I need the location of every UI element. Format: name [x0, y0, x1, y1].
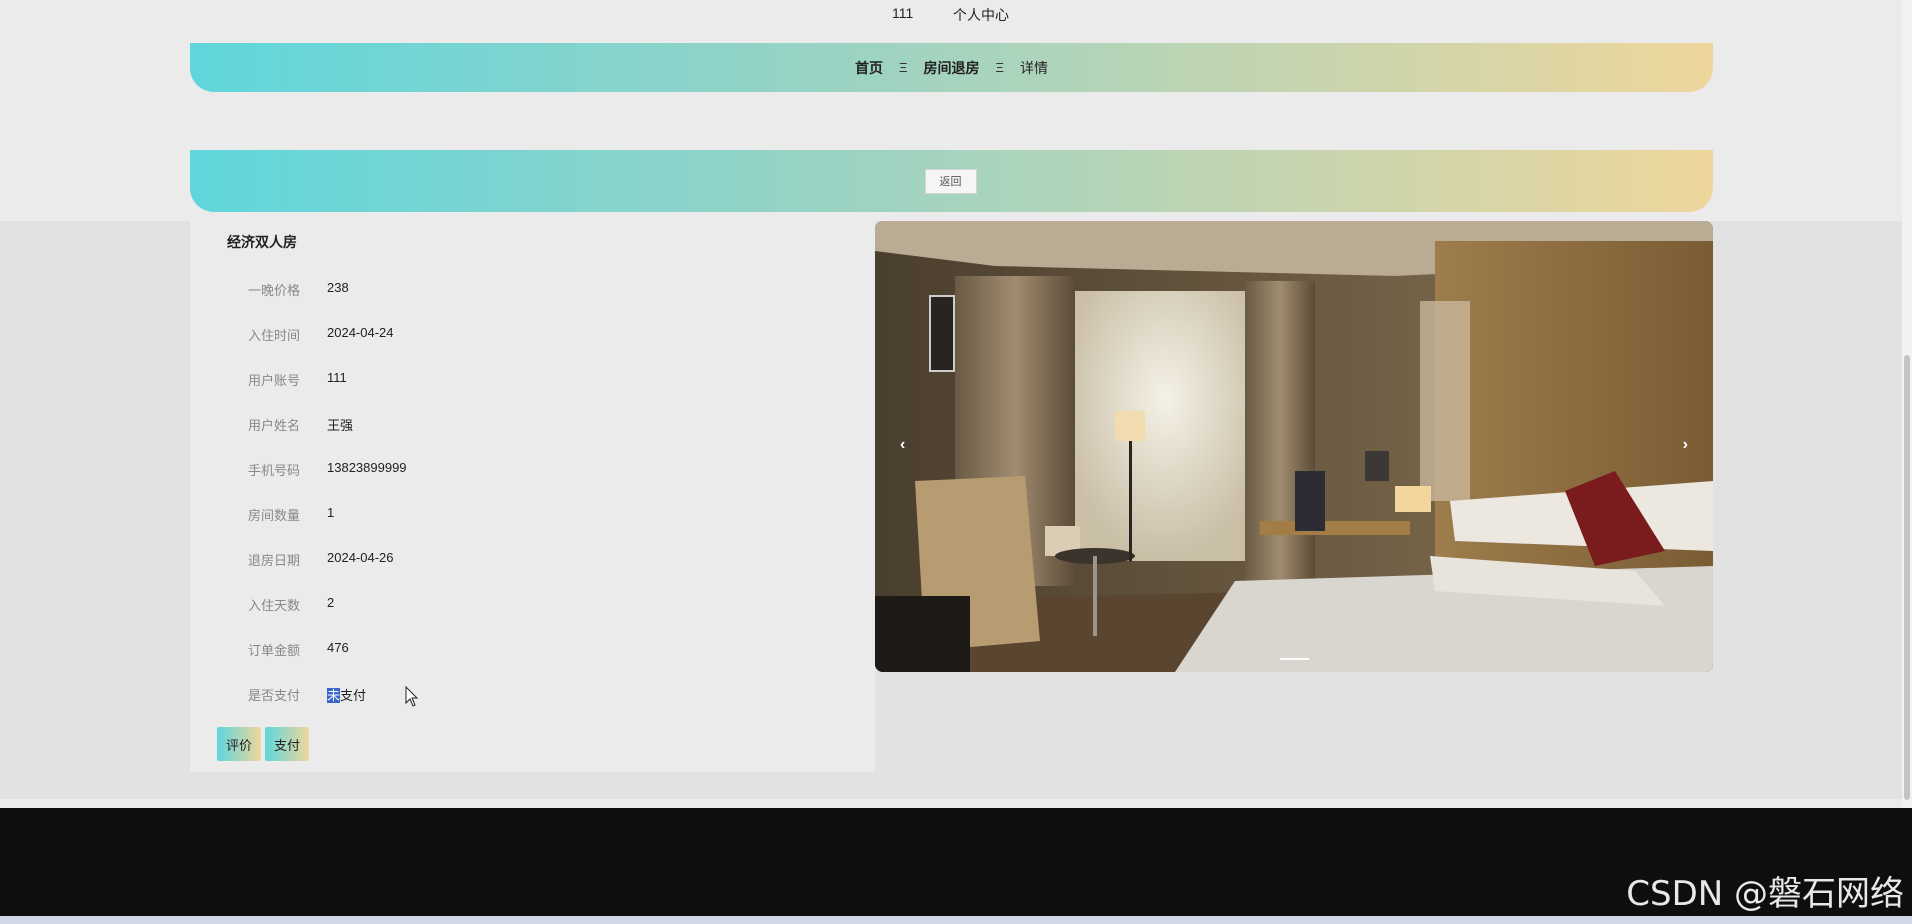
- field-label: 手机号码: [247, 463, 300, 478]
- field-checkin-date: 入住时间 2024-04-24: [190, 325, 875, 345]
- selected-text: 未: [327, 688, 341, 703]
- field-value: 未支付: [327, 685, 366, 704]
- field-value: 2024-04-24: [327, 325, 394, 340]
- field-value: 13823899999: [327, 460, 407, 475]
- scrollbar-thumb[interactable]: [1904, 355, 1910, 800]
- field-label: 入住时间: [247, 328, 300, 343]
- breadcrumb: 首页 Ξ 房间退房 Ξ 详情: [190, 43, 1713, 92]
- mouse-cursor-icon: [405, 686, 419, 707]
- field-order-amount: 订单金额 476: [190, 640, 875, 660]
- carousel-indicator[interactable]: [1280, 658, 1309, 660]
- breadcrumb-separator-icon: Ξ: [995, 60, 1004, 75]
- footer: [0, 808, 1912, 916]
- field-label: 用户姓名: [247, 418, 300, 433]
- room-image-carousel[interactable]: ‹ ›: [875, 221, 1713, 672]
- action-buttons: 评价 支付: [217, 727, 309, 761]
- field-value: 2: [327, 595, 335, 610]
- carousel-next-icon[interactable]: ›: [1683, 436, 1688, 454]
- field-price: 一晚价格 238: [190, 280, 875, 300]
- breadcrumb-separator-icon: Ξ: [899, 60, 908, 75]
- scrollbar[interactable]: [1902, 0, 1912, 808]
- field-value: 王强: [327, 418, 354, 433]
- taskbar: [0, 916, 1912, 924]
- field-value: 1: [327, 505, 335, 520]
- breadcrumb-detail: 详情: [1019, 59, 1048, 76]
- field-phone: 手机号码 13823899999: [190, 460, 875, 480]
- breadcrumb-checkout[interactable]: 房间退房: [924, 58, 980, 78]
- hotel-room-image: [875, 221, 1713, 672]
- field-value: 2024-04-26: [327, 550, 394, 565]
- action-bar: 返回: [190, 150, 1713, 212]
- breadcrumb-home[interactable]: 首页: [855, 58, 883, 78]
- field-label: 订单金额: [247, 643, 300, 658]
- field-label: 一晚价格: [247, 283, 300, 298]
- pay-button[interactable]: 支付: [265, 727, 309, 761]
- username-link[interactable]: 111: [892, 5, 913, 21]
- review-button[interactable]: 评价: [217, 727, 261, 761]
- field-label: 房间数量: [247, 508, 300, 523]
- field-label: 入住天数: [247, 598, 300, 613]
- field-account: 用户账号 111: [190, 370, 875, 390]
- field-label: 退房日期: [247, 553, 300, 568]
- personal-center-link[interactable]: 个人中心: [953, 5, 1009, 25]
- field-value: 111: [327, 370, 347, 385]
- field-label: 是否支付: [247, 688, 300, 703]
- back-button[interactable]: 返回: [924, 168, 977, 194]
- room-detail-panel: 经济双人房 一晚价格 238 入住时间 2024-04-24 用户账号 111 …: [190, 221, 875, 772]
- field-stay-days: 入住天数 2: [190, 595, 875, 615]
- field-value-rest: 支付: [340, 688, 367, 703]
- watermark: CSDN @磐石网络: [1626, 874, 1904, 914]
- room-title: 经济双人房: [227, 234, 297, 250]
- field-room-count: 房间数量 1: [190, 505, 875, 525]
- field-value: 476: [327, 640, 349, 655]
- field-name: 用户姓名 王强: [190, 415, 875, 435]
- field-label: 用户账号: [247, 373, 300, 388]
- field-value: 238: [327, 280, 349, 295]
- field-checkout-date: 退房日期 2024-04-26: [190, 550, 875, 570]
- top-bar: 111 个人中心: [0, 0, 1912, 28]
- carousel-prev-icon[interactable]: ‹: [900, 436, 905, 454]
- field-paid-status: 是否支付 未支付: [190, 685, 875, 705]
